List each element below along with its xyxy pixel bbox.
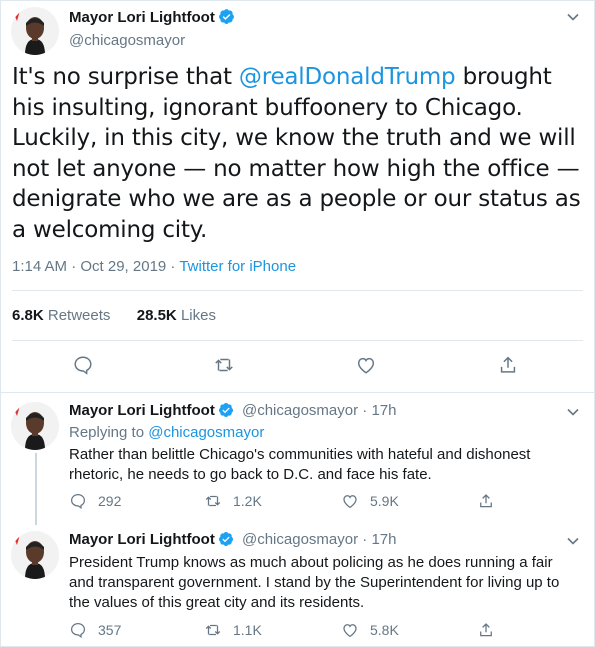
reply-text: President Trump knows as much about poli… [69,554,560,611]
avatar-image [11,7,59,55]
meta-separator: · [358,402,372,419]
tweet-stats: 6.8K Retweets 28.5K Likes [12,307,216,324]
tweet-text-part: It's no surprise that [12,64,239,90]
likes-stat[interactable]: 28.5K Likes [137,307,216,324]
divider [0,392,595,393]
tweet-age[interactable]: 17h [371,402,396,419]
mention-link[interactable]: @realDonaldTrump [239,64,456,90]
reply-header: Mayor Lori Lightfoot @chicagosmayor · 17… [69,531,396,551]
retweet-button[interactable]: 1.2K [204,491,262,511]
main-tweet: Mayor Lori Lightfoot @chicagosmayor It's… [0,0,595,392]
retweets-count: 6.8K [12,307,44,324]
share-button[interactable] [477,620,495,640]
tweet-text-part: brought his insulting, ignorant buffoone… [12,64,581,243]
like-button[interactable]: 5.8K [341,620,399,640]
verified-badge-icon [218,402,234,422]
reply-icon [70,493,86,510]
meta-separator: · [358,531,372,548]
share-icon [480,494,492,508]
tweet-source-link[interactable]: Twitter for iPhone [179,258,296,275]
verified-badge-icon [218,8,235,30]
reply-icon [70,622,86,639]
reply-icon[interactable] [72,354,96,376]
author-handle[interactable]: @chicagosmayor [242,402,358,419]
retweet-icon [205,624,221,636]
retweet-count: 1.2K [233,493,262,509]
likes-label: Likes [180,307,216,324]
mention-link[interactable]: @chicagosmayor [148,424,264,441]
share-button[interactable] [477,491,495,511]
share-icon [480,623,492,637]
reply-count: 292 [98,493,122,509]
divider [12,290,583,291]
heart-icon[interactable] [355,354,379,376]
author-name[interactable]: Mayor Lori Lightfoot [69,402,215,419]
tweet-meta: 1:14 AM · Oct 29, 2019 · Twitter for iPh… [12,258,296,275]
heart-icon [343,495,357,509]
tweet-timestamp[interactable]: 1:14 AM · Oct 29, 2019 [12,258,166,275]
reply-text: Rather than belittle Chicago's communiti… [69,446,531,483]
retweet-icon [205,495,221,507]
meta-separator: · [166,258,180,275]
author-handle[interactable]: @chicagosmayor [69,32,235,49]
reply-count: 357 [98,622,122,638]
share-icon[interactable] [497,354,521,376]
chevron-down-icon[interactable] [565,533,581,549]
reply-tweet[interactable]: Mayor Lori Lightfoot @chicagosmayor · 17… [0,402,595,512]
verified-badge-icon [218,531,234,551]
avatar-image [11,402,59,450]
likes-count: 28.5K [136,307,177,324]
replying-to: Replying to @chicagosmayor [69,424,264,441]
retweet-count: 1.1K [233,622,262,638]
chevron-down-icon[interactable] [565,9,581,25]
retweets-stat[interactable]: 6.8K Retweets [12,307,110,324]
tweet-actions [0,354,595,378]
divider [12,340,583,341]
reply-header: Mayor Lori Lightfoot @chicagosmayor · 17… [69,402,396,422]
retweet-button[interactable]: 1.1K [204,620,262,640]
chevron-down-icon[interactable] [565,404,581,420]
tweet-age[interactable]: 17h [371,531,396,548]
heart-icon [343,624,357,638]
reply-actions: 292 1.2K 5.9K [69,491,529,511]
reply-button[interactable]: 292 [69,491,121,511]
author-name[interactable]: Mayor Lori Lightfoot [69,531,215,548]
retweet-icon[interactable] [213,354,237,376]
avatar[interactable] [11,531,59,579]
like-count: 5.9K [370,493,399,509]
avatar-image [11,531,59,579]
author-name[interactable]: Mayor Lori Lightfoot [69,9,215,26]
thread-connector [35,453,37,525]
replying-label: Replying to [69,424,149,441]
reply-button[interactable]: 357 [69,620,121,640]
avatar[interactable] [11,402,59,450]
retweets-label: Retweets [47,307,111,324]
like-count: 5.8K [370,622,399,638]
author-block: Mayor Lori Lightfoot @chicagosmayor [69,8,235,49]
author-handle[interactable]: @chicagosmayor [242,531,358,548]
reply-actions: 357 1.1K 5.8K [69,620,529,640]
like-button[interactable]: 5.9K [341,491,399,511]
tweet-text: It's no surprise that @realDonaldTrump b… [12,62,582,245]
reply-tweet[interactable]: Mayor Lori Lightfoot @chicagosmayor · 17… [0,531,595,641]
avatar[interactable] [11,7,59,55]
